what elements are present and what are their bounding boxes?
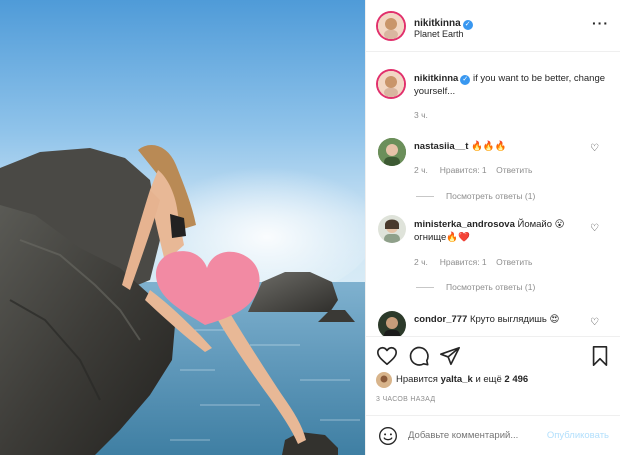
caption-username[interactable]: nikitkinna bbox=[414, 73, 458, 84]
instagram-post: nikitkinna ✓ Planet Earth ··· nikitkinna… bbox=[0, 0, 620, 455]
post-sidebar: nikitkinna ✓ Planet Earth ··· nikitkinna… bbox=[365, 0, 620, 455]
avatar-image bbox=[378, 138, 406, 166]
post-header: nikitkinna ✓ Planet Earth ··· bbox=[366, 0, 620, 52]
avatar-image bbox=[378, 215, 406, 243]
avatar-image bbox=[376, 372, 392, 388]
heart-icon[interactable] bbox=[376, 345, 398, 367]
comment-input[interactable] bbox=[408, 430, 533, 441]
view-replies-button[interactable]: Посмотреть ответы (1) bbox=[446, 191, 535, 201]
comment-time: 2 ч. bbox=[414, 257, 428, 267]
posted-time[interactable]: 3 ЧАСОВ НАЗАД bbox=[376, 396, 435, 403]
header-location[interactable]: Planet Earth bbox=[414, 29, 464, 39]
comment-username[interactable]: condor_777 bbox=[414, 314, 467, 325]
caption-avatar[interactable] bbox=[376, 69, 406, 99]
comment-avatar[interactable] bbox=[378, 215, 406, 243]
comment-like-heart-icon[interactable]: ♡ bbox=[590, 223, 599, 234]
comment-icon[interactable] bbox=[408, 345, 430, 367]
comment-form: Опубликовать bbox=[366, 415, 620, 455]
comment-avatar[interactable] bbox=[378, 138, 406, 166]
comment-text: 🔥🔥🔥 bbox=[471, 141, 507, 152]
likes-suffix: и ещё bbox=[475, 374, 502, 385]
emoji-icon[interactable] bbox=[378, 426, 398, 446]
likes-prefix: Нравится bbox=[396, 374, 438, 385]
header-username[interactable]: nikitkinna bbox=[414, 18, 461, 29]
comments-list: nikitkinna ✓ if you want to be better, ch… bbox=[366, 53, 620, 336]
verified-badge-icon: ✓ bbox=[460, 75, 471, 85]
share-icon[interactable] bbox=[439, 345, 461, 367]
comment-text: Круто выглядишь 😍 bbox=[469, 314, 560, 325]
post-photo[interactable] bbox=[0, 0, 365, 455]
caption-time: 3 ч. bbox=[414, 110, 428, 120]
liker-avatar bbox=[376, 372, 392, 388]
comment-avatar[interactable] bbox=[378, 311, 406, 336]
comment-likes[interactable]: Нравится: 1 bbox=[440, 165, 487, 175]
bookmark-icon[interactable] bbox=[589, 345, 611, 367]
comment-likes[interactable]: Нравится: 1 bbox=[440, 257, 487, 267]
likes-user[interactable]: yalta_k bbox=[441, 374, 473, 385]
post-comment-button[interactable]: Опубликовать bbox=[547, 430, 609, 441]
avatar-image bbox=[378, 71, 404, 97]
reply-divider bbox=[416, 196, 434, 197]
view-replies-button[interactable]: Посмотреть ответы (1) bbox=[446, 282, 535, 292]
comment-like-heart-icon[interactable]: ♡ bbox=[590, 317, 599, 328]
more-icon[interactable]: ··· bbox=[592, 16, 609, 30]
reply-button[interactable]: Ответить bbox=[496, 257, 532, 267]
comment-like-heart-icon[interactable]: ♡ bbox=[590, 143, 599, 154]
verified-badge-icon: ✓ bbox=[462, 20, 473, 30]
avatar-image bbox=[378, 311, 406, 336]
comment-time: 2 ч. bbox=[414, 165, 428, 175]
comment-username[interactable]: nastasiia__t bbox=[414, 141, 468, 152]
action-bar bbox=[366, 336, 620, 376]
likes-count[interactable]: 2 496 bbox=[504, 374, 528, 385]
reply-button[interactable]: Ответить bbox=[496, 165, 532, 175]
header-avatar[interactable] bbox=[376, 11, 406, 41]
comment-username[interactable]: ministerka_androsova bbox=[414, 219, 515, 230]
avatar-image bbox=[378, 13, 404, 39]
reply-divider bbox=[416, 287, 434, 288]
